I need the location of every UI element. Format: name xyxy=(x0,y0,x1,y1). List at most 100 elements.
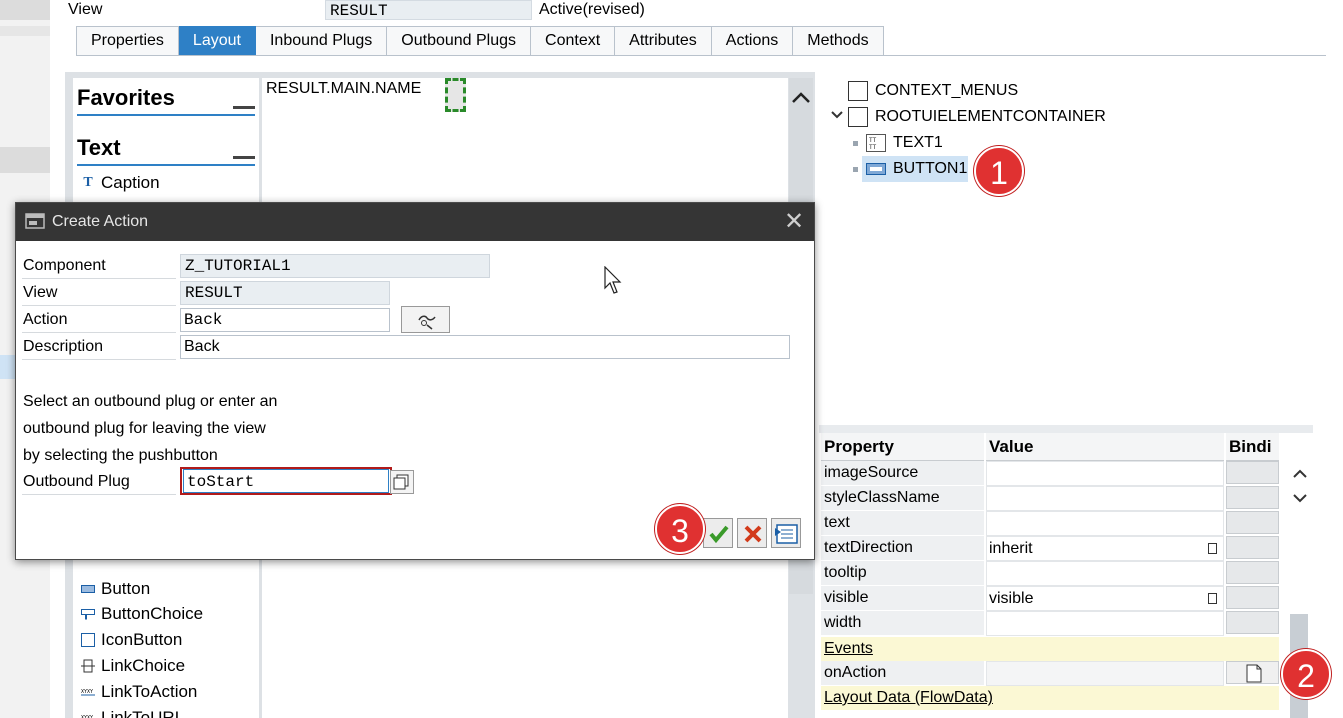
property-row-styleclassname: styleClassName xyxy=(821,486,1281,511)
collapse-icon[interactable] xyxy=(233,106,255,109)
cancel-button[interactable] xyxy=(737,518,767,548)
component-field: Z_TUTORIAL1 xyxy=(180,254,490,278)
tab-layout[interactable]: Layout xyxy=(178,26,256,56)
view-field-label: View xyxy=(22,280,176,306)
text-view-icon: TT TT xyxy=(866,134,886,152)
property-value[interactable] xyxy=(986,511,1224,536)
description-input[interactable]: Back xyxy=(180,335,790,359)
palette-item-linkchoice[interactable]: LinkChoice xyxy=(81,654,185,678)
canvas-selected-placeholder[interactable] xyxy=(445,78,466,112)
wizard-button[interactable] xyxy=(401,306,450,333)
property-value[interactable] xyxy=(986,461,1224,486)
svg-text:TT: TT xyxy=(869,137,877,144)
property-value[interactable] xyxy=(986,486,1224,511)
palette-item-iconbutton[interactable]: IconButton xyxy=(81,628,182,652)
tab-inbound-plugs[interactable]: Inbound Plugs xyxy=(255,26,388,56)
section-layout-data[interactable]: Layout Data (FlowData) xyxy=(821,686,1279,710)
description-label: Description xyxy=(22,334,176,360)
palette-item-linktourl[interactable]: XYXY LinkToURL xyxy=(81,706,184,718)
folder-icon xyxy=(848,81,868,101)
info-text-line: by selecting the pushbutton xyxy=(23,447,218,464)
column-header-property: Property xyxy=(821,433,984,461)
property-row-text: text xyxy=(821,511,1281,536)
outbound-plug-input[interactable]: toStart xyxy=(183,469,389,493)
palette-text-header[interactable]: Text xyxy=(77,130,255,166)
link-choice-icon xyxy=(81,659,95,673)
confirm-button[interactable] xyxy=(703,518,733,548)
details-button[interactable] xyxy=(771,518,801,548)
property-value[interactable] xyxy=(986,611,1224,636)
property-row-onaction: onAction xyxy=(821,661,1281,686)
button-choice-icon xyxy=(81,607,95,621)
tab-methods[interactable]: Methods xyxy=(793,26,884,56)
binding-button[interactable] xyxy=(1226,536,1279,559)
binding-button[interactable] xyxy=(1226,611,1279,634)
collapse-icon[interactable] xyxy=(233,156,255,159)
component-label: Component xyxy=(22,253,176,279)
tree-node-context-menus[interactable]: CONTEXT_MENUS xyxy=(848,79,1018,103)
view-name-field: RESULT xyxy=(325,0,532,20)
tab-attributes[interactable]: Attributes xyxy=(615,26,712,56)
tab-underline xyxy=(76,55,1326,56)
value-help-button[interactable] xyxy=(390,470,414,494)
tab-properties[interactable]: Properties xyxy=(76,26,179,56)
scroll-up-icon[interactable] xyxy=(789,86,813,110)
step-marker-2: 2 xyxy=(1281,649,1331,699)
dropdown-list-icon[interactable] xyxy=(1208,543,1217,554)
button-icon xyxy=(866,162,886,176)
tree-node-button1[interactable]: BUTTON1 xyxy=(866,157,967,181)
binding-button[interactable] xyxy=(1226,561,1279,584)
binding-button[interactable] xyxy=(1226,511,1279,534)
property-name: width xyxy=(821,611,984,636)
property-name: styleClassName xyxy=(821,486,984,511)
tree-leaf-dot xyxy=(853,167,858,172)
view-label: View xyxy=(68,1,103,18)
expand-chevron-icon[interactable] xyxy=(830,108,844,122)
dropdown-list-icon[interactable] xyxy=(1208,593,1217,604)
tab-actions[interactable]: Actions xyxy=(711,26,794,56)
svg-text:XYXY: XYXY xyxy=(81,689,93,695)
property-row-imagesource: imageSource xyxy=(821,461,1281,486)
property-value-dropdown[interactable]: visible xyxy=(986,586,1224,611)
view-status: Active(revised) xyxy=(539,1,645,18)
palette-item-buttonchoice[interactable]: ButtonChoice xyxy=(81,602,203,626)
property-row-textdirection: textDirection inherit xyxy=(821,536,1281,561)
binding-button[interactable] xyxy=(1226,486,1279,509)
step-marker-1: 1 xyxy=(974,146,1024,196)
canvas-text-element[interactable]: RESULT.MAIN.NAME xyxy=(266,80,421,98)
tree-leaf-dot xyxy=(853,141,858,146)
element-hierarchy-tree xyxy=(819,78,1313,423)
tab-outbound-plugs[interactable]: Outbound Plugs xyxy=(387,26,532,56)
palette-item-linktoaction[interactable]: XYXY LinkToAction xyxy=(81,680,197,704)
section-events[interactable]: Events xyxy=(821,637,1279,661)
info-text-line: outbound plug for leaving the view xyxy=(23,420,266,437)
close-icon[interactable]: ✕ xyxy=(782,208,806,236)
icon-button-icon xyxy=(81,633,95,647)
create-action-button[interactable] xyxy=(1226,661,1279,684)
property-value-dropdown[interactable]: inherit xyxy=(986,536,1224,561)
tab-context[interactable]: Context xyxy=(531,26,616,56)
property-value[interactable] xyxy=(986,561,1224,586)
panel-splitter[interactable] xyxy=(819,425,1313,435)
dialog-title: Create Action xyxy=(52,213,149,230)
column-header-binding: Bindi xyxy=(1226,433,1279,461)
tab-bar: Properties Layout Inbound Plugs Outbound… xyxy=(76,26,884,56)
property-name: visible xyxy=(821,586,984,611)
binding-button[interactable] xyxy=(1226,461,1279,484)
view-field: RESULT xyxy=(180,281,390,305)
palette-favorites-header[interactable]: Favorites xyxy=(77,80,255,116)
property-name: onAction xyxy=(821,661,984,686)
binding-button[interactable] xyxy=(1226,586,1279,609)
link-to-action-icon: XYXY xyxy=(81,685,95,699)
palette-item-caption[interactable]: T Caption xyxy=(81,171,159,195)
tree-node-text1[interactable]: TT TT TEXT1 xyxy=(866,131,943,155)
tree-node-rootuielementcontainer[interactable]: ROOTUIELEMENTCONTAINER xyxy=(848,105,1106,129)
container-icon xyxy=(848,107,868,127)
property-value[interactable] xyxy=(986,661,1224,686)
column-header-value: Value xyxy=(986,433,1224,461)
action-input[interactable]: Back xyxy=(180,308,390,332)
link-to-url-icon: XYXY xyxy=(81,711,95,718)
palette-favorites-title: Favorites xyxy=(77,85,175,110)
palette-item-button[interactable]: Button xyxy=(81,577,150,601)
svg-text:TT: TT xyxy=(869,144,877,151)
